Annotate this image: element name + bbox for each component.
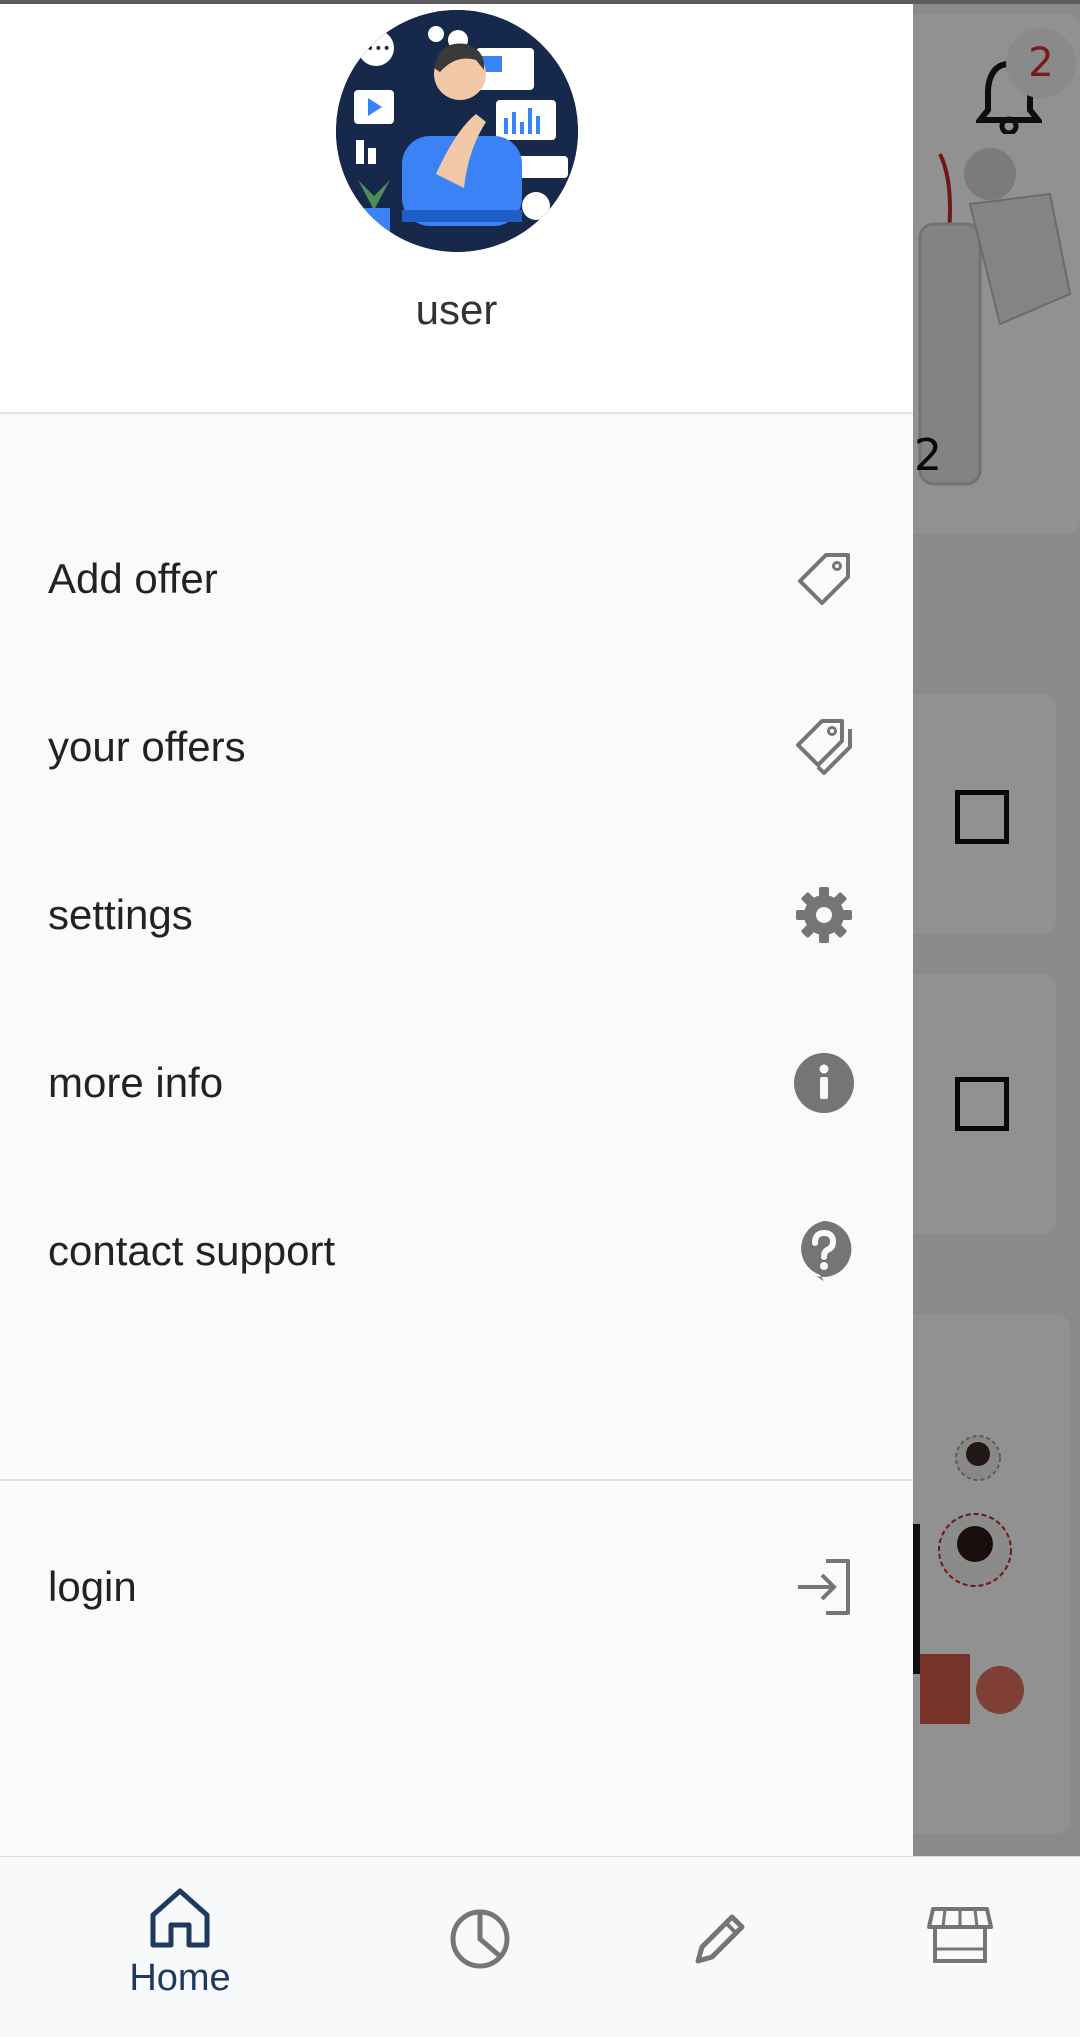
menu-item-label: your offers [48, 723, 246, 770]
person-thinking-icon: ••• [336, 10, 578, 252]
home-icon [150, 1888, 210, 1948]
help-icon [801, 1221, 852, 1281]
login-icon [798, 1559, 850, 1615]
nav-stats[interactable] [400, 1857, 560, 2037]
menu-item-label: settings [48, 891, 193, 938]
drawer-divider [0, 1479, 913, 1481]
pencil-icon [695, 1914, 745, 1964]
nav-store[interactable] [880, 1857, 1040, 2037]
nav-edit[interactable] [640, 1857, 800, 2037]
menu-item-login[interactable]: login [0, 1512, 913, 1662]
tag-icon [798, 553, 850, 605]
drawer-header: ••• user [0, 4, 913, 414]
menu-item-label: Add offer [48, 555, 218, 602]
menu-item-more-info[interactable]: more info [0, 1008, 913, 1158]
gear-icon [796, 887, 852, 943]
svg-text:•••: ••• [366, 41, 391, 57]
menu-item-your-offers[interactable]: your offers [0, 672, 913, 822]
menu-item-settings[interactable]: settings [0, 840, 913, 990]
menu-item-label: login [48, 1563, 137, 1610]
user-name: user [415, 286, 498, 333]
pie-chart-icon [450, 1909, 510, 1969]
nav-home-label: Home [129, 1957, 231, 1999]
avatar: ••• [336, 10, 578, 252]
tags-icon [796, 719, 852, 775]
menu-item-label: more info [48, 1059, 224, 1106]
store-icon [927, 1907, 993, 1963]
info-icon [794, 1053, 854, 1113]
menu-item-label: contact support [48, 1227, 336, 1274]
navigation-drawer: ••• user Add offer your offers settings … [0, 4, 913, 1856]
menu-item-add-offer[interactable]: Add offer [0, 504, 913, 654]
menu-item-contact-support[interactable]: contact support [0, 1176, 913, 1326]
nav-home[interactable]: Home [80, 1857, 280, 2037]
bottom-navigation: Home [0, 1856, 1080, 2037]
